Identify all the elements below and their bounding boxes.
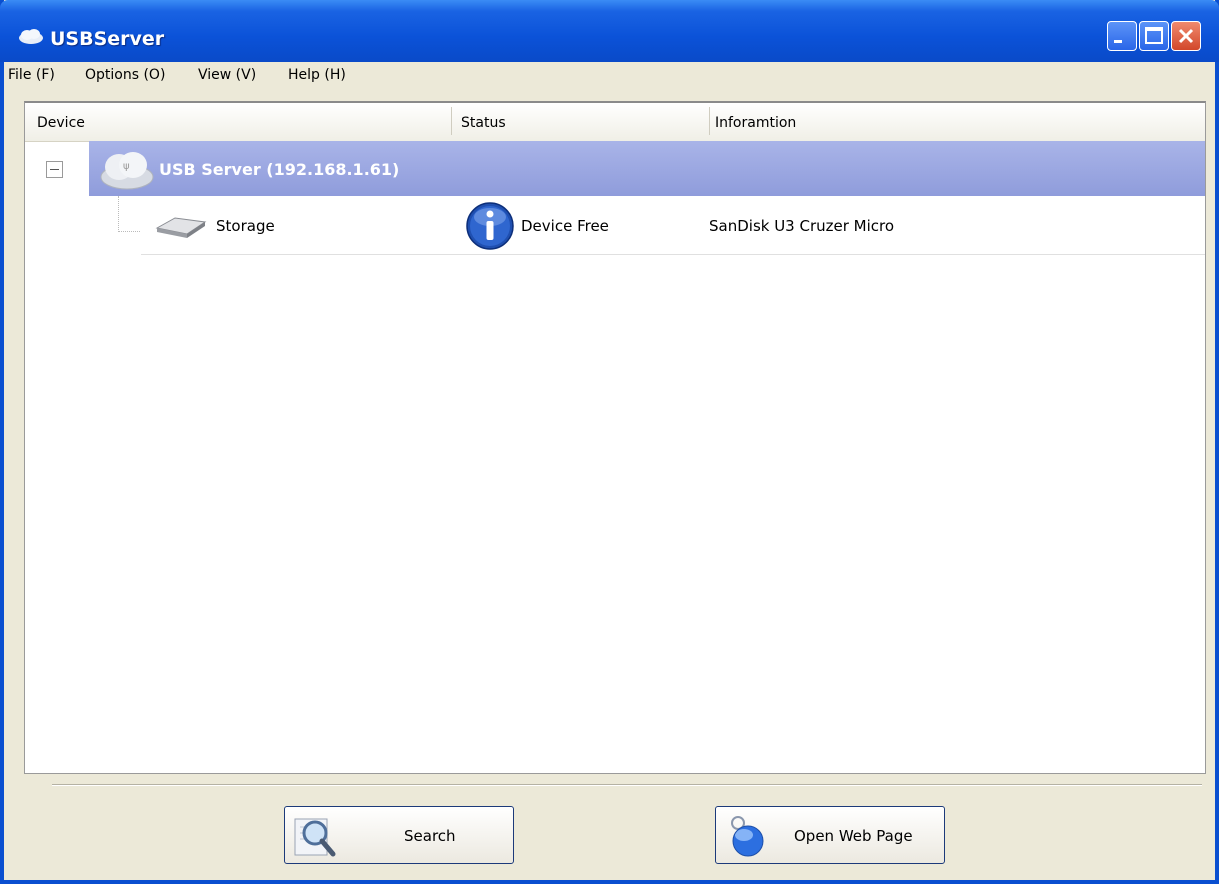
collapse-toggle[interactable] [46, 161, 63, 178]
search-button[interactable]: Search [284, 806, 514, 864]
close-button[interactable] [1171, 21, 1201, 51]
window-title: USBServer [50, 28, 165, 50]
minimize-button[interactable] [1107, 21, 1137, 51]
column-header-information[interactable]: Inforamtion [715, 115, 796, 131]
usb-server-icon: ψ [100, 152, 154, 190]
device-status: Device Free [521, 217, 609, 235]
search-button-label: Search [404, 827, 456, 845]
menu-bar: File (F) Options (O) View (V) Help (H) [4, 62, 1215, 92]
maximize-icon [1145, 27, 1163, 44]
column-divider[interactable] [451, 107, 452, 135]
open-web-page-button[interactable]: Open Web Page [715, 806, 945, 864]
divider [52, 784, 1202, 786]
tree-line [118, 196, 119, 232]
column-divider[interactable] [709, 107, 710, 135]
menu-help[interactable]: Help (H) [288, 67, 346, 83]
menu-options[interactable]: Options (O) [85, 67, 165, 83]
title-bar[interactable]: USBServer [0, 0, 1219, 62]
app-window: USBServer File (F) Options (O) View (V) … [0, 0, 1219, 884]
tree-line [118, 231, 140, 232]
device-info: SanDisk U3 Cruzer Micro [709, 217, 895, 235]
svg-text:ψ: ψ [123, 161, 130, 172]
info-icon [466, 202, 514, 250]
menu-file[interactable]: File (F) [8, 67, 55, 83]
device-list[interactable]: Device Status Inforamtion ψ USB Server (… [24, 101, 1206, 774]
table-row[interactable]: Storage Device Free SanDisk U3 Cruzer Mi… [141, 196, 1205, 255]
list-header: Device Status Inforamtion [25, 103, 1205, 142]
column-header-device[interactable]: Device [37, 115, 85, 131]
server-label: USB Server (192.168.1.61) [159, 160, 400, 179]
device-name: Storage [216, 217, 275, 235]
usb-cloud-icon [19, 29, 43, 44]
maximize-button[interactable] [1139, 21, 1169, 51]
search-icon [294, 818, 336, 857]
storage-drive-icon [155, 217, 207, 238]
close-icon [1178, 28, 1194, 44]
minimize-icon [1114, 40, 1122, 43]
globe-icon [731, 816, 764, 857]
column-header-status[interactable]: Status [461, 115, 506, 131]
menu-view[interactable]: View (V) [198, 67, 256, 83]
server-row[interactable]: ψ USB Server (192.168.1.61) [89, 141, 1205, 196]
open-web-page-button-label: Open Web Page [794, 827, 913, 845]
